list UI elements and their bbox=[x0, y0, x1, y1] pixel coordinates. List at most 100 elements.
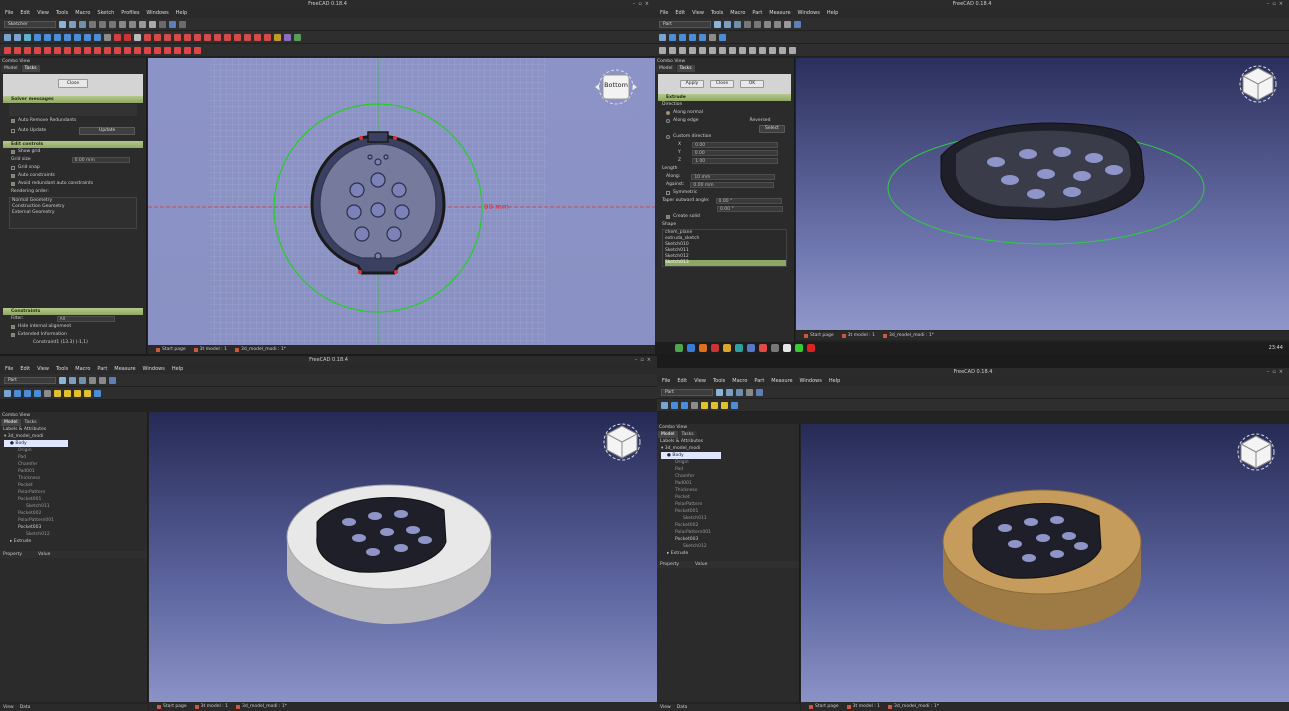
disc-body[interactable] bbox=[316, 497, 447, 573]
macro-icon[interactable] bbox=[109, 376, 116, 384]
freecad-icon[interactable] bbox=[747, 344, 755, 352]
tree-item[interactable]: Sketch011 bbox=[661, 515, 799, 522]
view-tab[interactable]: View bbox=[660, 704, 671, 711]
cut-icon[interactable] bbox=[744, 20, 751, 28]
tab-start-page[interactable]: Start page bbox=[809, 702, 839, 711]
fit-all-icon[interactable] bbox=[4, 33, 11, 41]
bspline-icon[interactable] bbox=[194, 33, 201, 41]
close-button[interactable]: Close bbox=[710, 80, 734, 88]
constraint-parallel-icon[interactable] bbox=[44, 46, 51, 54]
tree-item-body[interactable]: ● Body bbox=[661, 452, 721, 459]
tab-3d-model-modi[interactable]: 3d_model_modi : 1* bbox=[235, 702, 287, 711]
avoid-redundant-checkbox[interactable] bbox=[11, 182, 15, 186]
window-controls[interactable]: –▫× bbox=[1267, 0, 1286, 9]
tree-item[interactable]: Origin bbox=[4, 447, 147, 454]
menu-file[interactable]: File bbox=[5, 365, 13, 374]
avoid-redundant-row[interactable]: Avoid redundant auto constraints bbox=[3, 180, 143, 188]
menu-tools[interactable]: Tools bbox=[56, 365, 68, 374]
menu-part[interactable]: Part bbox=[752, 9, 762, 18]
macro-edit-icon[interactable] bbox=[169, 20, 176, 28]
sketch-edit-icon[interactable] bbox=[124, 33, 131, 41]
tab-tasks[interactable]: Tasks bbox=[21, 419, 40, 426]
workbench-selector[interactable]: Sketcher bbox=[4, 20, 56, 28]
cylinder-icon[interactable] bbox=[711, 401, 718, 409]
view-front-icon[interactable] bbox=[44, 33, 51, 41]
workbench-selector[interactable]: Part bbox=[4, 376, 56, 384]
undo-icon[interactable] bbox=[89, 376, 96, 384]
taper-field-2[interactable]: 0.00 ° bbox=[717, 206, 783, 212]
conic-icon[interactable] bbox=[184, 33, 191, 41]
taper-field[interactable]: 0.00 ° bbox=[715, 198, 782, 204]
tree-item[interactable]: Origin bbox=[661, 459, 799, 466]
tree-item[interactable]: Pocket002 bbox=[4, 510, 147, 517]
navigation-cube[interactable]: Bottom bbox=[595, 66, 637, 110]
constraint-coincident-icon[interactable] bbox=[4, 46, 11, 54]
circle-icon[interactable] bbox=[174, 33, 181, 41]
menu-tools[interactable]: Tools bbox=[713, 377, 725, 386]
dir-z-field[interactable]: 1.00 bbox=[692, 158, 779, 164]
tree-item[interactable]: Chamfer bbox=[661, 473, 799, 480]
symmetric-checkbox[interactable] bbox=[666, 191, 670, 195]
constraint-perpendicular-icon[interactable] bbox=[54, 46, 61, 54]
menu-file[interactable]: File bbox=[5, 9, 13, 18]
window-controls[interactable]: –▫× bbox=[635, 356, 654, 365]
cone-icon[interactable] bbox=[84, 389, 91, 397]
menu-file[interactable]: File bbox=[662, 377, 670, 386]
new-icon[interactable] bbox=[59, 376, 66, 384]
menu-edit[interactable]: Edit bbox=[20, 9, 30, 18]
tree-item[interactable]: PolarPattern bbox=[4, 489, 147, 496]
constraint-item[interactable]: Constraint1 (13.3) (-1,1) bbox=[3, 339, 143, 347]
cut-icon[interactable] bbox=[89, 20, 96, 28]
sketch-new-icon[interactable] bbox=[114, 33, 121, 41]
menu-help[interactable]: Help bbox=[172, 365, 183, 374]
tree-item[interactable]: Pocket001 bbox=[661, 508, 799, 515]
menu-view[interactable]: View bbox=[37, 9, 49, 18]
constraint-lock-icon[interactable] bbox=[104, 46, 111, 54]
tree-item[interactable]: Pocket003 bbox=[4, 524, 147, 531]
nav-cube-graphic[interactable] bbox=[1237, 62, 1279, 106]
auto-constraints-checkbox[interactable] bbox=[11, 174, 15, 178]
macro-run-icon[interactable] bbox=[179, 20, 186, 28]
view-iso-icon[interactable] bbox=[14, 389, 21, 397]
slot-icon[interactable] bbox=[234, 33, 241, 41]
part-icon[interactable] bbox=[719, 33, 726, 41]
extrude-icon[interactable] bbox=[709, 46, 716, 54]
tab-model[interactable]: Model bbox=[658, 431, 678, 438]
app-green-icon[interactable] bbox=[795, 344, 803, 352]
tree-item[interactable]: Pad bbox=[4, 454, 147, 461]
point-icon[interactable] bbox=[144, 33, 151, 41]
menu-edit[interactable]: Edit bbox=[675, 9, 685, 18]
apply-button[interactable]: Apply bbox=[680, 80, 704, 88]
navigation-cube[interactable] bbox=[601, 420, 643, 464]
macro-record-icon[interactable] bbox=[159, 20, 166, 28]
measure-icon[interactable] bbox=[44, 389, 51, 397]
menu-help[interactable]: Help bbox=[829, 377, 840, 386]
grid-snap-checkbox[interactable] bbox=[11, 166, 15, 170]
tree-item[interactable]: PolarPattern001 bbox=[661, 529, 799, 536]
view-right-icon[interactable] bbox=[64, 33, 71, 41]
constraint-snell-icon[interactable] bbox=[174, 46, 181, 54]
tree-item[interactable]: Pad bbox=[661, 466, 799, 473]
extrude-scene[interactable] bbox=[796, 58, 1289, 330]
refresh-icon[interactable] bbox=[784, 20, 791, 28]
firefox-icon[interactable] bbox=[699, 344, 707, 352]
tree-item[interactable]: Thickness bbox=[4, 475, 147, 482]
along-length-field[interactable]: 10 mm bbox=[691, 174, 776, 180]
boolean-icon[interactable] bbox=[94, 389, 101, 397]
data-tab[interactable]: Data bbox=[677, 704, 688, 711]
tab-start-page[interactable]: Start page bbox=[156, 345, 186, 354]
dimension-label[interactable]: 90 mm bbox=[484, 203, 509, 211]
tree-item[interactable]: Pocket bbox=[4, 482, 147, 489]
terminal-icon[interactable] bbox=[675, 344, 683, 352]
tree-item[interactable]: Thickness bbox=[661, 487, 799, 494]
box-icon[interactable] bbox=[659, 46, 666, 54]
3d-viewport[interactable] bbox=[149, 412, 657, 702]
menu-view[interactable]: View bbox=[694, 377, 706, 386]
constraint-point-on-object-icon[interactable] bbox=[14, 46, 21, 54]
app-yellow-icon[interactable] bbox=[723, 344, 731, 352]
constraint-radius-icon[interactable] bbox=[144, 46, 151, 54]
create-solid-row[interactable]: Create solid bbox=[658, 213, 791, 221]
save-icon[interactable] bbox=[79, 20, 86, 28]
shape-item-selected[interactable]: Sketch013 bbox=[665, 260, 786, 266]
view-iso-icon[interactable] bbox=[671, 401, 678, 409]
